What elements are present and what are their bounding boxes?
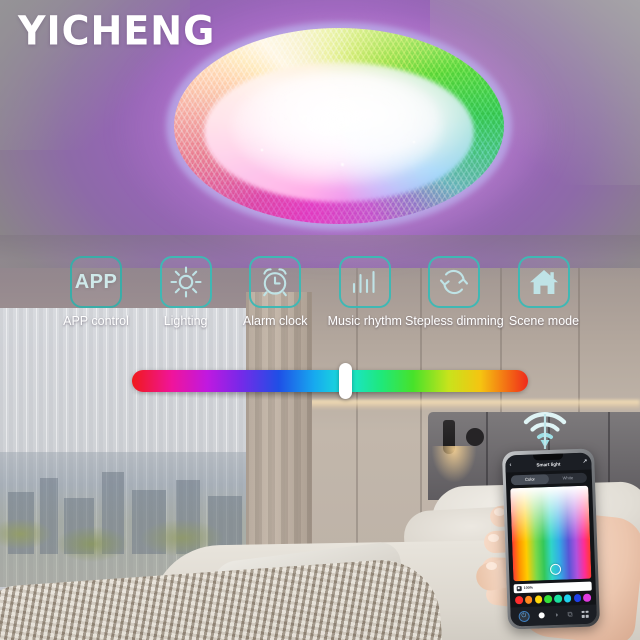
feature-label-music-rhythm: Music rhythm — [327, 314, 402, 328]
wall-sconce-plate — [466, 428, 484, 446]
feature-label-alarm-clock: Alarm clock — [242, 314, 308, 328]
smartphone: ‹ Smart light ↗ Color White 100% ⏻ ◑ ⧉ — [501, 448, 601, 630]
slider-handle[interactable] — [339, 363, 352, 399]
scene-mode-button[interactable]: ⧉ — [567, 611, 572, 618]
power-icon: ⏻ — [518, 610, 530, 622]
color-swatch-row[interactable] — [514, 593, 592, 604]
power-button[interactable]: ⏻ — [518, 610, 530, 622]
product-marketing-image: YICHENG APP APP control Lighting Alarm c… — [0, 0, 640, 640]
feature-label-stepless-dimming: Stepless dimming — [405, 314, 504, 328]
feature-stepless-dimming[interactable]: Stepless dimming — [405, 256, 504, 344]
mode-tabs[interactable]: Color White — [510, 472, 588, 485]
slider-track[interactable] — [132, 370, 528, 392]
feature-lighting[interactable]: Lighting — [150, 256, 222, 344]
feature-label-scene-mode: Scene mode — [508, 314, 580, 328]
edit-icon[interactable]: ↗ — [583, 458, 588, 465]
brightness-icon — [516, 585, 522, 591]
tab-white[interactable]: White — [549, 472, 587, 483]
feature-label-app-control: APP control — [63, 314, 129, 328]
phone-notch — [533, 453, 564, 461]
alarm-clock-icon[interactable] — [249, 256, 302, 308]
swatch-blue[interactable] — [573, 593, 582, 602]
equalizer-icon[interactable] — [338, 256, 391, 308]
color-mode-button[interactable]: ◑ — [554, 611, 558, 618]
refresh-sync-icon[interactable] — [428, 256, 481, 308]
feature-label-lighting: Lighting — [163, 314, 208, 328]
phone-screen[interactable]: ‹ Smart light ↗ Color White 100% ⏻ ◑ ⧉ — [505, 452, 597, 626]
back-icon[interactable]: ‹ — [509, 462, 511, 468]
color-picker-selector[interactable] — [549, 563, 562, 575]
tab-color[interactable]: Color — [510, 473, 550, 485]
brightness-value: 100% — [523, 585, 533, 590]
brand-logo: YICHENG — [18, 7, 216, 55]
feature-scene-mode[interactable]: Scene mode — [508, 256, 580, 344]
ceiling-lamp — [116, 0, 562, 266]
feature-alarm-clock[interactable]: Alarm clock — [239, 256, 311, 344]
rgb-color-slider[interactable] — [132, 363, 528, 399]
lamp-bloom — [232, 72, 442, 184]
cove-light-strip — [300, 400, 640, 410]
feature-app-control[interactable]: APP APP control — [60, 256, 132, 344]
swatch-green[interactable] — [544, 595, 553, 603]
white-mode-button[interactable] — [538, 612, 545, 619]
app-icon[interactable]: APP — [70, 256, 122, 308]
white-dot-icon — [538, 612, 545, 619]
swatch-orange[interactable] — [524, 595, 533, 604]
grid-menu-button[interactable] — [581, 610, 590, 618]
home-icon[interactable] — [517, 256, 570, 308]
app-icon-text: APP — [74, 270, 118, 293]
grid-icon — [581, 610, 590, 618]
bottom-nav[interactable]: ⏻ ◑ ⧉ — [510, 603, 597, 626]
app-title: Smart light — [536, 461, 561, 467]
brightness-slider[interactable]: 100% — [513, 581, 592, 593]
swatch-teal[interactable] — [554, 594, 562, 603]
sun-icon[interactable] — [159, 256, 212, 308]
wifi-icon — [520, 408, 570, 450]
feature-music-rhythm[interactable]: Music rhythm — [327, 256, 402, 344]
feature-icon-row: APP APP control Lighting Alarm clock Mus… — [0, 256, 640, 344]
swatch-red[interactable] — [514, 596, 523, 604]
swatch-magenta[interactable] — [583, 593, 592, 602]
sconce-glow — [432, 446, 476, 482]
swatch-cyan[interactable] — [563, 594, 572, 603]
slider-shadow — [132, 392, 528, 400]
swatch-yellow[interactable] — [534, 595, 543, 604]
